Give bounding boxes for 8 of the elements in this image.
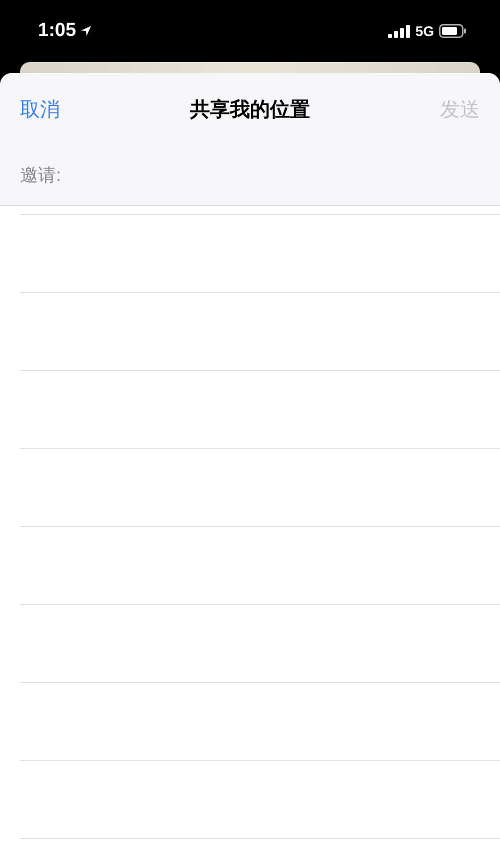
clock-time: 1:05 [38, 20, 76, 42]
network-label: 5G [415, 23, 434, 39]
battery-icon [439, 24, 466, 38]
sheet-title: 共享我的位置 [189, 98, 311, 122]
cancel-button[interactable]: 取消 [20, 96, 90, 122]
location-arrow-icon [80, 25, 92, 37]
invite-field[interactable]: 邀请: [0, 145, 500, 205]
signal-icon [388, 24, 410, 38]
